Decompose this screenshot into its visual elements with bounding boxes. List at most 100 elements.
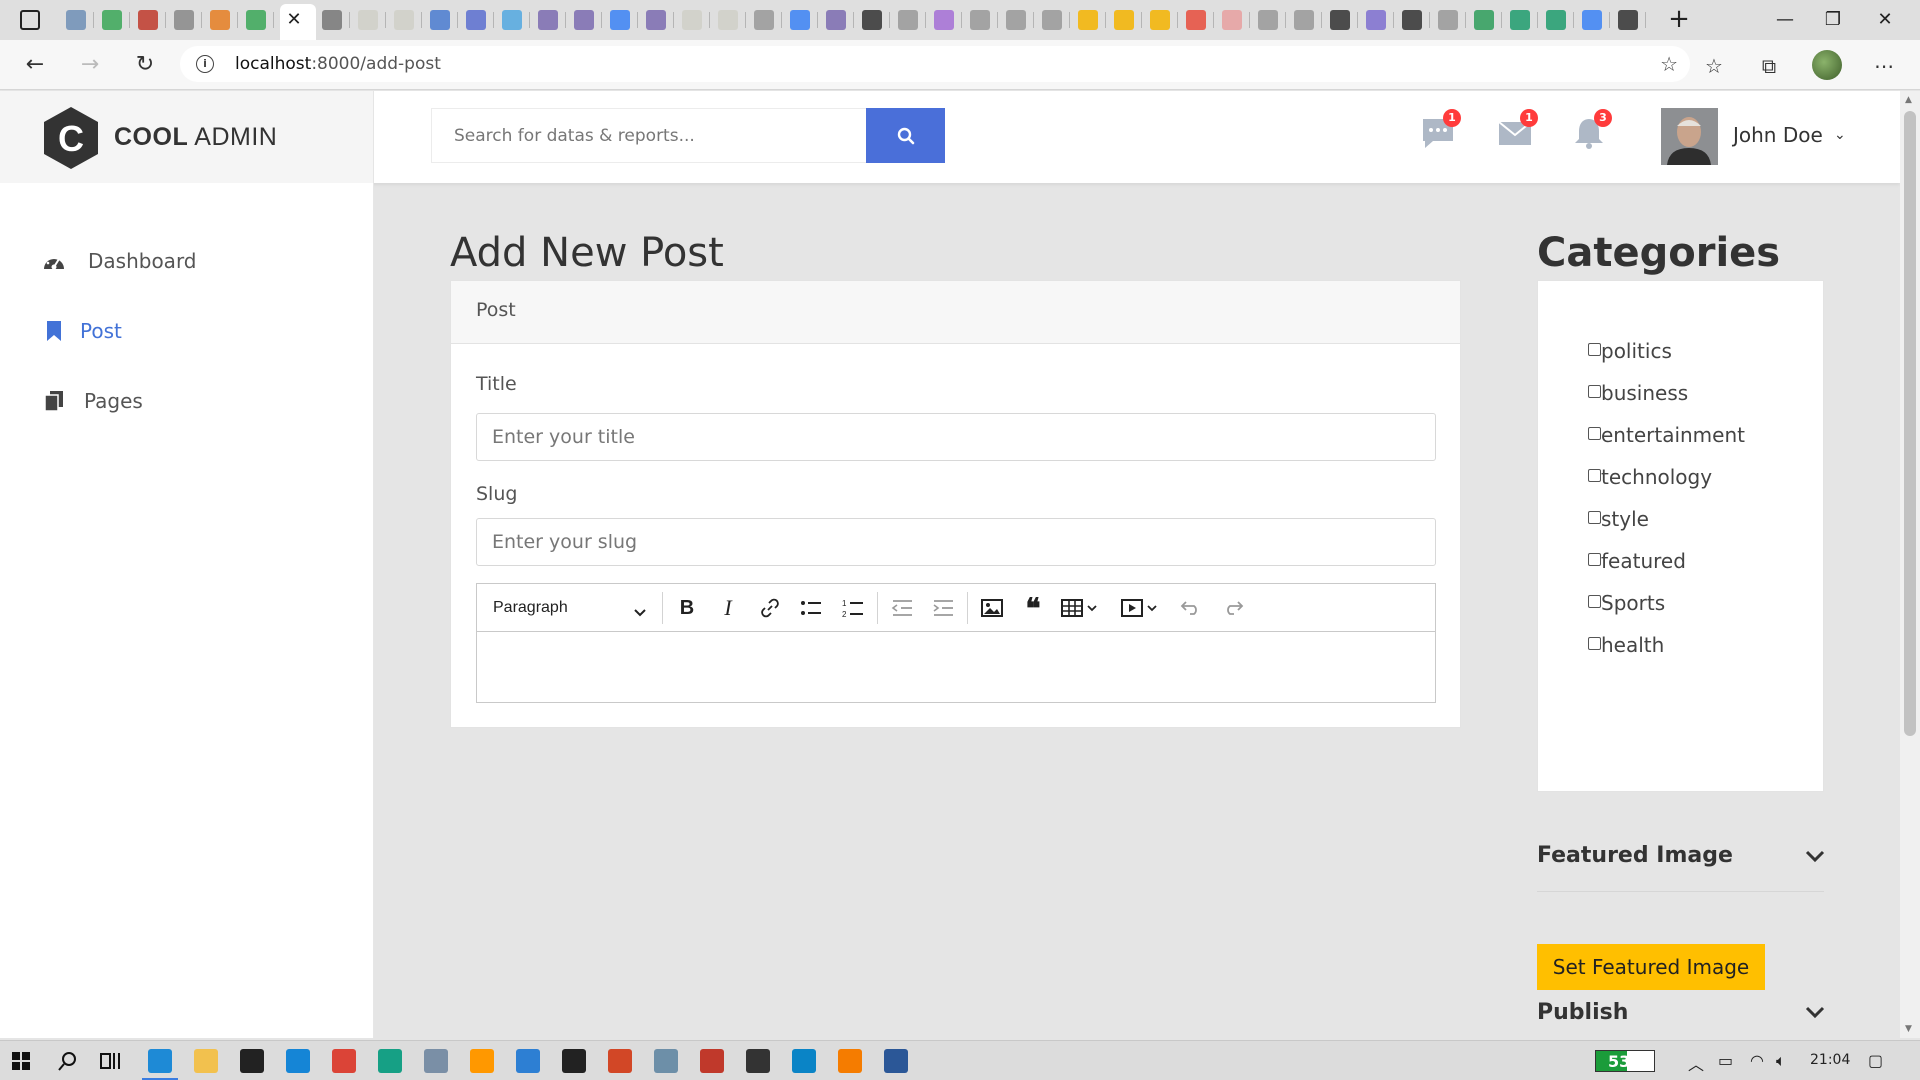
new-tab-button[interactable]: +: [1665, 6, 1693, 34]
bold-icon[interactable]: B: [672, 593, 702, 623]
powerpoint-icon[interactable]: [608, 1049, 632, 1073]
checkbox[interactable]: [1588, 469, 1601, 482]
quote-icon[interactable]: ❝: [1018, 592, 1048, 625]
search-icon[interactable]: [58, 1051, 78, 1071]
emails-button[interactable]: 1: [1496, 109, 1538, 155]
redo-icon[interactable]: [1218, 593, 1248, 623]
close-window-button[interactable]: ✕: [1862, 6, 1908, 34]
battery-indicator[interactable]: 53%: [1595, 1050, 1655, 1072]
tab-favicon-icon[interactable]: [1618, 10, 1638, 30]
tab-favicon-icon[interactable]: [1582, 10, 1602, 30]
link-icon[interactable]: [755, 593, 785, 623]
xampp-icon[interactable]: [838, 1049, 862, 1073]
tab-favicon-icon[interactable]: [358, 10, 378, 30]
chrome-icon[interactable]: [332, 1049, 356, 1073]
windows-start-icon[interactable]: [12, 1052, 30, 1070]
favorites-icon[interactable]: ☆: [1700, 52, 1728, 80]
show-hidden-icons[interactable]: ︿: [1688, 1051, 1704, 1075]
checkbox[interactable]: [1588, 553, 1601, 566]
tab-favicon-icon[interactable]: [322, 10, 342, 30]
featured-image-title[interactable]: Featured Image: [1537, 843, 1733, 868]
tab-favicon-icon[interactable]: [466, 10, 486, 30]
category-checkbox-business[interactable]: business: [1588, 381, 1688, 405]
media-embed-icon[interactable]: [1117, 593, 1165, 623]
collections-icon[interactable]: ⧉: [1755, 52, 1783, 80]
tab-favicon-icon[interactable]: [646, 10, 666, 30]
terminal-icon[interactable]: [562, 1049, 586, 1073]
tab-favicon-icon[interactable]: [430, 10, 450, 30]
category-checkbox-politics[interactable]: politics: [1588, 339, 1672, 363]
tab-actions-icon[interactable]: [20, 10, 40, 30]
category-checkbox-style[interactable]: style: [1588, 507, 1649, 531]
logo-area[interactable]: C COOL ADMIN: [0, 91, 374, 183]
tab-favicon-icon[interactable]: [898, 10, 918, 30]
category-checkbox-sports[interactable]: Sports: [1588, 591, 1665, 615]
tab-favicon-icon[interactable]: [574, 10, 594, 30]
restore-button[interactable]: ❐: [1810, 6, 1856, 34]
minimize-button[interactable]: —: [1762, 6, 1808, 34]
indent-icon[interactable]: [928, 593, 958, 623]
scroll-thumb[interactable]: [1904, 111, 1916, 736]
category-checkbox-technology[interactable]: technology: [1588, 465, 1712, 489]
tab-favicon-icon[interactable]: [246, 10, 266, 30]
tab-favicon-icon[interactable]: [682, 10, 702, 30]
image-viewer-icon[interactable]: [746, 1049, 770, 1073]
back-icon[interactable]: ←: [20, 50, 50, 80]
tab-favicon-icon[interactable]: [934, 10, 954, 30]
close-tab-icon[interactable]: ✕: [284, 10, 304, 30]
clock[interactable]: 21:04: [1810, 1052, 1850, 1068]
tab-favicon-icon[interactable]: [1438, 10, 1458, 30]
tab-favicon-icon[interactable]: [138, 10, 158, 30]
tab-favicon-icon[interactable]: [394, 10, 414, 30]
category-checkbox-entertainment[interactable]: entertainment: [1588, 423, 1745, 447]
bulleted-list-icon[interactable]: [796, 593, 826, 623]
tab-favicon-icon[interactable]: [1222, 10, 1242, 30]
image-icon[interactable]: [977, 593, 1007, 623]
table-icon[interactable]: [1057, 593, 1105, 623]
messages-button[interactable]: 1: [1419, 109, 1461, 155]
tab-favicon-icon[interactable]: [1510, 10, 1530, 30]
mail-icon[interactable]: [240, 1049, 264, 1073]
tab-favicon-icon[interactable]: [1006, 10, 1026, 30]
publish-title[interactable]: Publish: [1537, 1000, 1628, 1025]
tab-favicon-icon[interactable]: [970, 10, 990, 30]
avatar[interactable]: [1661, 108, 1718, 165]
notification-center-icon[interactable]: ▢: [1868, 1051, 1883, 1070]
search-input[interactable]: [431, 108, 867, 163]
page-scrollbar[interactable]: ▲ ▼: [1900, 91, 1920, 1038]
tab-favicon-icon[interactable]: [1186, 10, 1206, 30]
sidebar-item-dashboard[interactable]: Dashboard: [42, 246, 197, 276]
tab-favicon-icon[interactable]: [1114, 10, 1134, 30]
scroll-down-icon[interactable]: ▼: [1905, 1024, 1912, 1034]
tab-favicon-icon[interactable]: [1366, 10, 1386, 30]
sublime-icon[interactable]: [470, 1049, 494, 1073]
tab-favicon-icon[interactable]: [1330, 10, 1350, 30]
url-text[interactable]: localhost:8000/add-post: [235, 54, 441, 74]
search-button[interactable]: [866, 108, 945, 163]
slug-input[interactable]: [476, 518, 1436, 566]
tab-favicon-icon[interactable]: [1042, 10, 1062, 30]
battery-icon[interactable]: ▭: [1718, 1051, 1733, 1070]
file-explorer-icon[interactable]: [194, 1049, 218, 1073]
tab-favicon-icon[interactable]: [210, 10, 230, 30]
tab-favicon-icon[interactable]: [1294, 10, 1314, 30]
tab-favicon-icon[interactable]: [718, 10, 738, 30]
app-gray-icon[interactable]: [654, 1049, 678, 1073]
heading-dropdown[interactable]: Paragraph: [487, 593, 657, 623]
url-bar[interactable]: i localhost:8000/add-post ☆: [180, 46, 1690, 82]
volume-icon[interactable]: 🔈︎: [1776, 1051, 1786, 1071]
category-checkbox-featured[interactable]: featured: [1588, 549, 1686, 573]
alerts-button[interactable]: 3: [1570, 109, 1612, 155]
add-favorite-icon[interactable]: ☆: [1660, 52, 1678, 76]
scroll-up-icon[interactable]: ▲: [1905, 95, 1912, 105]
tab-favicon-icon[interactable]: [1150, 10, 1170, 30]
tab-favicon-icon[interactable]: [1474, 10, 1494, 30]
tab-favicon-icon[interactable]: [610, 10, 630, 30]
reload-icon[interactable]: ↻: [130, 50, 160, 80]
checkbox[interactable]: [1588, 637, 1601, 650]
chevron-down-icon[interactable]: [1803, 1000, 1827, 1024]
app-green-icon[interactable]: [378, 1049, 402, 1073]
pdf-reader-icon[interactable]: [700, 1049, 724, 1073]
set-featured-image-button[interactable]: Set Featured Image: [1537, 944, 1765, 990]
chevron-down-icon[interactable]: [1803, 844, 1827, 868]
